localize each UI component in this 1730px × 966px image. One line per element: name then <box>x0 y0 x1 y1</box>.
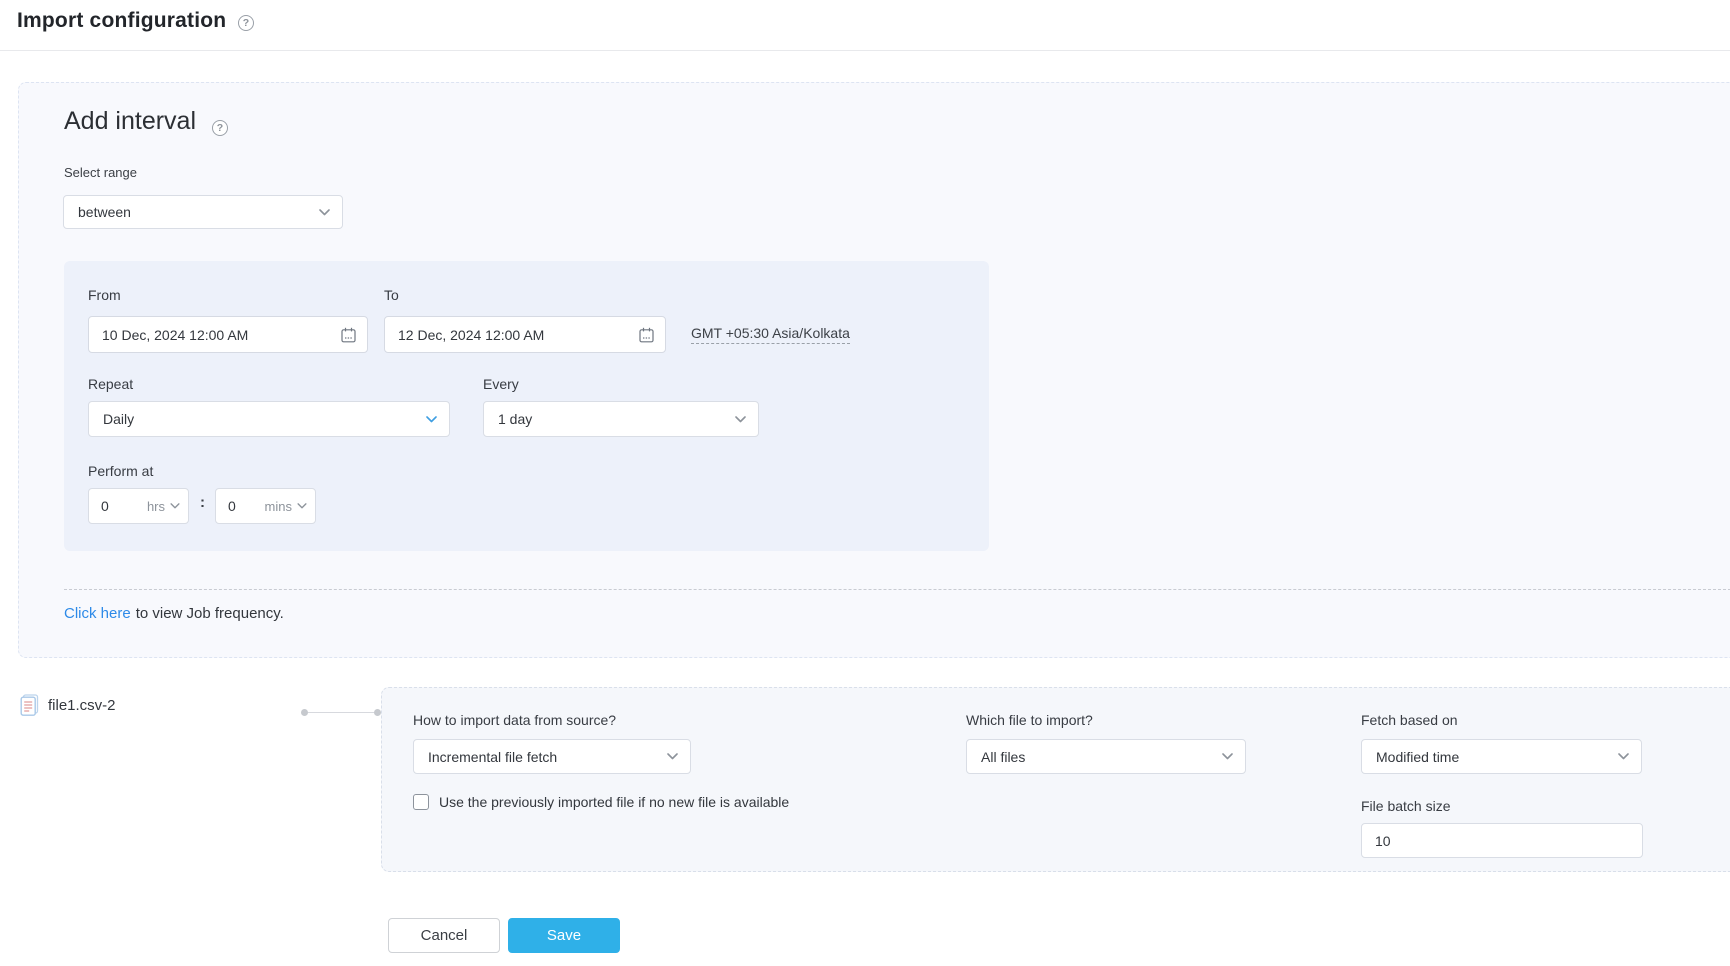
cancel-button[interactable]: Cancel <box>388 918 500 953</box>
batch-size-input[interactable] <box>1361 823 1643 858</box>
select-range-dropdown[interactable]: between <box>63 195 343 229</box>
repeat-dropdown[interactable]: Daily <box>88 401 450 437</box>
page-title: Import configuration <box>17 9 227 32</box>
fetch-based-label: Fetch based on <box>1361 712 1458 728</box>
job-frequency-line: Click here to view Job frequency. <box>64 605 284 622</box>
minutes-value: 0 <box>228 498 236 514</box>
minutes-dropdown[interactable]: 0 mins <box>215 488 316 524</box>
previous-file-checkbox-row: Use the previously imported file if no n… <box>413 794 789 810</box>
add-interval-title: Add interval <box>64 107 197 135</box>
file-import-config-panel: How to import data from source? Incremen… <box>381 687 1730 872</box>
help-icon[interactable]: ? <box>238 15 254 31</box>
to-date-input[interactable] <box>385 326 639 343</box>
hours-dropdown[interactable]: 0 hrs <box>88 488 189 524</box>
time-separator: : <box>200 494 205 511</box>
save-button[interactable]: Save <box>508 918 620 953</box>
previous-file-checkbox[interactable] <box>413 794 429 810</box>
import-mode-dropdown[interactable]: Incremental file fetch <box>413 739 691 774</box>
page-header: Import configuration ? <box>0 0 1730 51</box>
calendar-icon[interactable] <box>341 327 356 343</box>
click-here-link[interactable]: Click here <box>64 605 131 622</box>
select-range-label: Select range <box>64 165 137 180</box>
chevron-down-icon <box>170 503 180 509</box>
connector-line <box>304 712 378 713</box>
chevron-down-icon <box>297 503 307 509</box>
minutes-unit: mins <box>265 499 307 514</box>
every-dropdown[interactable]: 1 day <box>483 401 759 437</box>
calendar-icon[interactable] <box>639 327 654 343</box>
perform-at-label: Perform at <box>88 463 154 479</box>
which-file-label: Which file to import? <box>966 712 1093 728</box>
to-date-field <box>384 316 666 353</box>
chevron-down-icon <box>1222 753 1233 760</box>
hours-value: 0 <box>101 498 109 514</box>
divider <box>64 589 1730 590</box>
chevron-down-icon <box>735 415 746 423</box>
repeat-label: Repeat <box>88 376 134 392</box>
csv-file-icon <box>20 694 39 717</box>
connector-dot <box>374 709 381 716</box>
batch-size-label: File batch size <box>1361 798 1451 814</box>
from-date-field <box>88 316 368 353</box>
chevron-down-icon <box>319 208 330 216</box>
chevron-down-icon <box>1618 753 1629 760</box>
chevron-down-icon <box>426 415 437 423</box>
from-label: From <box>88 287 121 303</box>
import-mode-value: Incremental file fetch <box>428 748 558 765</box>
every-label: Every <box>483 376 519 392</box>
import-configuration-page: Import configuration ? Add interval ? Se… <box>0 0 1730 966</box>
fetch-based-dropdown[interactable]: Modified time <box>1361 739 1642 774</box>
connector-dot <box>301 709 308 716</box>
every-value: 1 day <box>498 411 533 427</box>
fetch-based-value: Modified time <box>1376 748 1460 765</box>
chevron-down-icon <box>667 753 678 760</box>
repeat-value: Daily <box>103 411 135 427</box>
help-icon[interactable]: ? <box>212 120 228 136</box>
which-file-dropdown[interactable]: All files <box>966 739 1246 774</box>
file-row: file1.csv-2 <box>20 694 116 717</box>
select-range-value: between <box>78 204 131 220</box>
file-name: file1.csv-2 <box>48 697 116 714</box>
previous-file-checkbox-label: Use the previously imported file if no n… <box>439 794 790 810</box>
which-file-value: All files <box>981 748 1026 765</box>
timezone-link[interactable]: GMT +05:30 Asia/Kolkata <box>691 325 850 344</box>
job-frequency-text: to view Job frequency. <box>135 605 284 622</box>
schedule-panel: From To 10 Dec, 2024 12:00 AM 12 Dec, 20… <box>64 261 989 551</box>
add-interval-panel: Add interval ? Select range between From… <box>18 82 1730 658</box>
from-date-input[interactable] <box>89 326 341 343</box>
hours-unit: hrs <box>147 499 180 514</box>
to-label: To <box>384 287 399 303</box>
import-mode-label: How to import data from source? <box>413 712 617 728</box>
